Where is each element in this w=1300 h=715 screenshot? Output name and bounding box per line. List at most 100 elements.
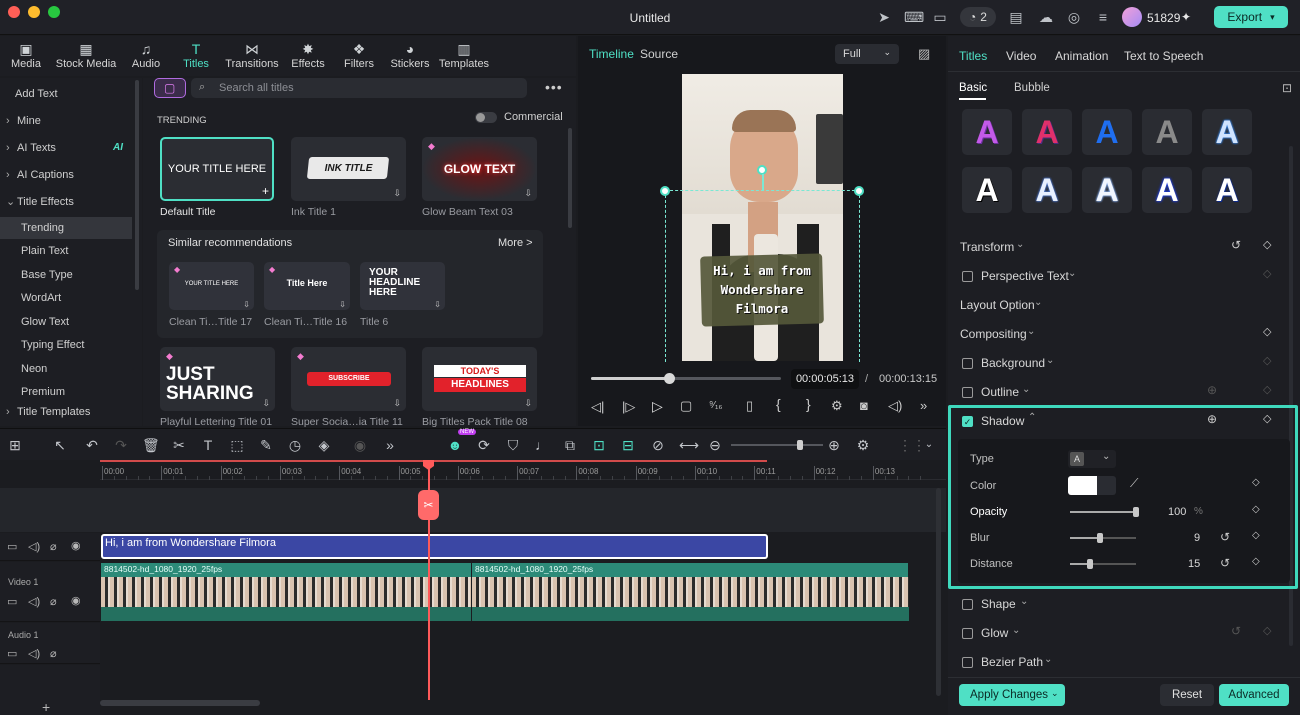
apply-changes-button[interactable]: Apply Changes ⌄ — [959, 684, 1065, 706]
nav-plain-text[interactable]: Plain Text — [0, 240, 132, 262]
download-icon[interactable]: ⇩ — [393, 398, 401, 409]
mirror-icon[interactable]: ⧉ — [562, 437, 578, 453]
slider-knob[interactable] — [1133, 507, 1139, 517]
eyedropper-icon[interactable]: ⟋ — [1130, 476, 1138, 491]
tab-filters[interactable]: ❖ Filters — [339, 40, 379, 70]
stop-icon[interactable]: ▢ — [680, 398, 692, 414]
folder-icon[interactable]: ▭ — [7, 647, 17, 660]
keyframe-icon[interactable]: ◇ — [1252, 530, 1260, 541]
shadow-type-select[interactable]: A ⌄ — [1068, 450, 1116, 468]
eye-icon[interactable]: ◉ — [71, 594, 81, 607]
current-time[interactable]: 00:00:05:13 — [791, 369, 859, 389]
bezier-checkbox[interactable] — [962, 657, 973, 668]
nav-premium[interactable]: Premium — [0, 381, 132, 403]
search-box[interactable]: ⌕ Search all titles — [191, 78, 527, 98]
commercial-toggle[interactable] — [475, 112, 497, 123]
opacity-value[interactable]: 100 — [1168, 506, 1186, 518]
nav-typing-effect[interactable]: Typing Effect — [0, 334, 132, 356]
nav-scrollbar[interactable] — [135, 80, 139, 290]
mask-icon[interactable]: ◈ — [316, 437, 332, 453]
download-icon[interactable]: ⇩ — [243, 300, 250, 309]
section-compositing[interactable]: Compositing ⌄ ◇ — [948, 320, 1288, 349]
shadow-checkbox[interactable]: ✓ — [962, 416, 973, 427]
more-link[interactable]: More > — [498, 237, 533, 249]
notifications-button[interactable]: ◔ 2 — [960, 7, 996, 27]
preset-blue[interactable]: A — [1082, 109, 1132, 155]
keyframe-icon[interactable]: ◇ — [1263, 412, 1271, 425]
section-background[interactable]: Background ⌄ ◇ — [948, 349, 1288, 378]
aspect-ratio-icon[interactable]: ⁹⁄₁₆ — [709, 400, 722, 411]
tab-media[interactable]: ▣ Media — [6, 40, 46, 70]
select-tool-icon[interactable]: ↖ — [52, 437, 68, 453]
section-bezier-path[interactable]: Bezier Path ⌄ — [948, 648, 1288, 677]
timeline-v-scrollbar[interactable] — [936, 488, 941, 696]
delete-icon[interactable]: 🗑 — [142, 437, 160, 453]
nav-base-type[interactable]: Base Type — [0, 264, 132, 286]
split-scissor-icon[interactable]: ✂ — [418, 490, 439, 520]
add-icon[interactable]: ⊕ — [1207, 412, 1217, 426]
preset-white-light[interactable]: A — [1082, 167, 1132, 213]
video-clip-1[interactable]: 8814502-hd_1080_1920_25fps — [101, 563, 471, 621]
preset-gray[interactable]: A — [1142, 109, 1192, 155]
marker-icon[interactable]: ▯ — [746, 398, 753, 414]
tab-templates[interactable]: ▥ Templates — [437, 40, 491, 70]
lock-icon[interactable]: ⌀ — [50, 647, 57, 660]
mark-in-icon[interactable]: { — [776, 396, 781, 412]
preview-progress[interactable] — [591, 373, 781, 384]
section-layout-option[interactable]: Layout Option ⌄ — [948, 291, 1288, 320]
volume-icon[interactable]: ◁) — [888, 398, 902, 414]
snap-icon[interactable]: ⊡ — [591, 437, 607, 453]
zoom-out-icon[interactable]: ⊖ — [707, 437, 723, 453]
more-tools-icon[interactable]: » — [382, 437, 398, 453]
folder-icon[interactable]: ▭ — [7, 595, 17, 608]
browser-scrollbar[interactable] — [568, 128, 572, 228]
layout-icon[interactable]: ▭ — [932, 9, 948, 25]
eye-icon[interactable]: ◉ — [71, 539, 81, 552]
shield-icon[interactable]: ⛉ — [505, 437, 521, 453]
preset-white-blue[interactable]: A — [1022, 167, 1072, 213]
lock-icon[interactable]: ⌀ — [50, 540, 57, 553]
expand-icon[interactable]: » — [920, 398, 927, 413]
crop-icon[interactable]: ⬚ — [229, 437, 245, 453]
nav-ai-captions[interactable]: › AI Captions — [0, 164, 132, 186]
slider-knob[interactable] — [1086, 559, 1093, 569]
nav-title-templates[interactable]: › Title Templates — [0, 401, 132, 423]
settings-gear-icon[interactable]: ⚙ — [831, 398, 843, 414]
similar-card-clean-16[interactable]: ◆ Title Here ⇩ — [264, 262, 350, 310]
keyframe-icon[interactable]: ◇ — [1252, 477, 1260, 488]
camera-icon[interactable]: ◙ — [860, 398, 868, 413]
title-card-headlines[interactable]: TODAY'S HEADLINES ⇩ — [422, 347, 537, 411]
nav-glow-text[interactable]: Glow Text — [0, 311, 132, 333]
video-clip-2[interactable]: 8814502-hd_1080_1920_25fps — [471, 563, 909, 621]
similar-card-clean-17[interactable]: ◆ YOUR TITLE HERE ⇩ — [169, 262, 254, 310]
tab-source[interactable]: Source — [640, 47, 678, 61]
download-icon[interactable]: ⇩ — [524, 398, 532, 409]
preset-white-navy[interactable]: A — [1202, 167, 1252, 213]
tab-inspector-video[interactable]: Video — [1006, 49, 1036, 63]
section-transform[interactable]: Transform ⌄ ↺ ◇ — [948, 233, 1288, 262]
shape-checkbox[interactable] — [962, 599, 973, 610]
snapshot-view-icon[interactable]: ▨ — [918, 46, 930, 62]
tab-effects[interactable]: ✸ Effects — [288, 40, 328, 70]
keyframe-icon[interactable]: ◇ — [1263, 238, 1271, 251]
preset-light-blue[interactable]: A — [1202, 109, 1252, 155]
nav-add-text[interactable]: Add Text — [0, 83, 132, 105]
reset-icon[interactable]: ↺ — [1220, 556, 1230, 570]
avatar[interactable] — [1122, 7, 1142, 27]
preset-purple[interactable]: A — [962, 109, 1012, 155]
title-card-default[interactable]: YOUR TITLE HERE + — [160, 137, 274, 201]
glow-checkbox[interactable] — [962, 628, 973, 639]
headset-icon[interactable]: ◎ — [1066, 9, 1082, 25]
zoom-knob[interactable] — [797, 440, 803, 450]
keyframe-icon[interactable]: ◇ — [1252, 556, 1260, 567]
menu-icon[interactable]: ≡ — [1095, 9, 1111, 25]
section-outline[interactable]: Outline ⌄ ⊕ ◇ — [948, 378, 1288, 407]
save-icon[interactable]: ▤ — [1008, 9, 1024, 25]
search-input[interactable]: Search all titles — [219, 82, 294, 94]
download-icon[interactable]: ⇩ — [262, 398, 270, 409]
tab-timeline[interactable]: Timeline — [589, 47, 634, 61]
nav-title-effects[interactable]: ⌄ Title Effects — [0, 191, 132, 213]
nav-mine[interactable]: › Mine — [0, 110, 132, 132]
add-track-icon[interactable]: + — [42, 699, 50, 715]
similar-card-title-6[interactable]: YOUR HEADLINE HERE ⇩ — [360, 262, 445, 310]
